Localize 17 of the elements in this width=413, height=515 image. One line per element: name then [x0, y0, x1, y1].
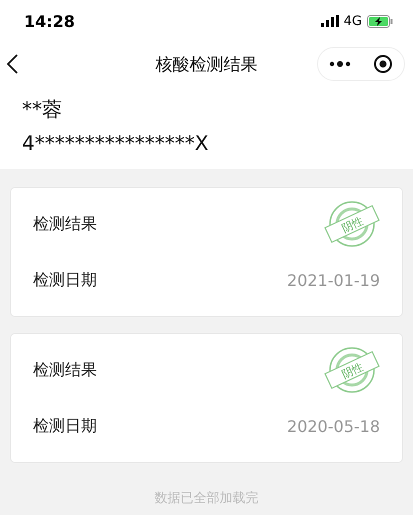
person-name: **蓉	[21, 96, 63, 123]
date-label: 检测日期	[33, 416, 97, 436]
negative-stamp: 阴性	[324, 200, 380, 248]
result-label: 检测结果	[33, 214, 97, 234]
id-number: 4****************X	[21, 130, 210, 157]
signal-icon	[320, 15, 339, 27]
test-date: 2020-05-18	[287, 416, 380, 436]
battery-icon	[367, 14, 393, 28]
network-label: 4G	[344, 14, 362, 28]
test-date: 2021-01-19	[287, 270, 380, 290]
date-label: 检测日期	[33, 270, 97, 290]
more-button[interactable]	[327, 58, 353, 70]
status-time: 14:28	[24, 12, 75, 30]
negative-stamp: 阴性	[324, 346, 380, 394]
close-button[interactable]	[371, 52, 395, 76]
page-title: 核酸检测结果	[156, 54, 258, 76]
result-label: 检测结果	[33, 360, 97, 380]
